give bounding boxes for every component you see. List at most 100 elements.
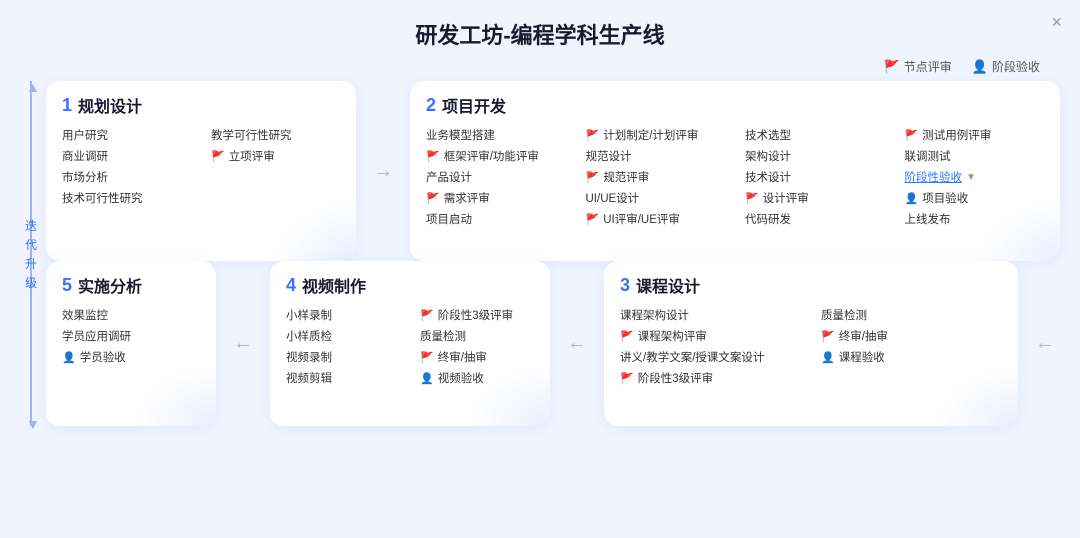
list-item: 讲义/教学文案/授课文案设计 (620, 349, 801, 365)
iteration-label: 迭代升级 (20, 217, 42, 291)
list-item: 🚩UI评审/UE评审 (586, 211, 726, 227)
phase1-col1: 用户研究 商业调研 市场分析 技术可行性研究 (62, 127, 191, 206)
list-item: 项目启动 (426, 211, 566, 227)
phase2-card: 2 项目开发 业务模型搭建 🚩框架评审/功能评审 产品设计 🚩需求评审 项目启动… (410, 81, 1060, 261)
legend-person: 👤 阶段验收 (972, 58, 1040, 75)
list-item: 🚩测试用例评审 (905, 127, 1045, 143)
list-item: 技术可行性研究 (62, 190, 191, 206)
phase1-col2: 教学可行性研究 🚩立项评审 (211, 127, 340, 206)
person-legend-icon: 👤 (972, 59, 988, 75)
list-item: 商业调研 (62, 148, 191, 164)
list-item: 🚩设计评审 (745, 190, 885, 206)
phase3-body: 课程架构设计 🚩课程架构评审 讲义/教学文案/授课文案设计 🚩阶段性3级评审 质… (620, 307, 1002, 386)
phase5-col1: 效果监控 学员应用调研 👤学员验收 (62, 307, 200, 365)
list-item: 小样质检 (286, 328, 400, 344)
phase2-title: 项目开发 (442, 93, 506, 117)
outer-wrapper: ▲ ▼ 迭代升级 1 规划设计 用户研究 商业调研 市场分析 技术可行性研究 (20, 81, 1060, 426)
phase2-header: 2 项目开发 (426, 93, 1044, 117)
list-item: 🚩终审/抽审 (821, 328, 1002, 344)
list-item: 🚩终审/抽审 (420, 349, 534, 365)
list-item: 代码研发 (745, 211, 885, 227)
list-item: 🚩框架评审/功能评审 (426, 148, 566, 164)
list-item: 视频录制 (286, 349, 400, 365)
list-item: 👤课程验收 (821, 349, 1002, 365)
close-button[interactable]: × (1051, 12, 1062, 33)
list-item: 架构设计 (745, 148, 885, 164)
list-item: 教学可行性研究 (211, 127, 340, 143)
phase2-number: 2 (426, 95, 436, 116)
bottom-row: 5 实施分析 效果监控 学员应用调研 👤学员验收 ← 4 视频制作 (46, 261, 1060, 426)
phase5-body: 效果监控 学员应用调研 👤学员验收 (62, 307, 200, 365)
phase2-body: 业务模型搭建 🚩框架评审/功能评审 产品设计 🚩需求评审 项目启动 🚩计划制定/… (426, 127, 1044, 227)
phase4-card: 4 视频制作 小样录制 小样质检 视频录制 视频剪辑 🚩阶段性3级评审 质量检测… (270, 261, 550, 426)
phase3-title: 课程设计 (636, 273, 700, 297)
list-item: 视频剪辑 (286, 370, 400, 386)
top-row: 1 规划设计 用户研究 商业调研 市场分析 技术可行性研究 教学可行性研究 🚩立… (46, 81, 1060, 261)
phase5-card: 5 实施分析 效果监控 学员应用调研 👤学员验收 (46, 261, 216, 426)
list-item: 产品设计 (426, 169, 566, 185)
list-item: 技术设计 (745, 169, 885, 185)
phase2-col3: 技术选型 架构设计 技术设计 🚩设计评审 代码研发 (745, 127, 885, 227)
phase4-number: 4 (286, 275, 296, 296)
list-item: 🚩立项评审 (211, 148, 340, 164)
flag-legend-icon: 🚩 (884, 59, 900, 75)
list-item: 👤项目验收 (905, 190, 1045, 206)
phase4-col1: 小样录制 小样质检 视频录制 视频剪辑 (286, 307, 400, 386)
phase1-title: 规划设计 (78, 93, 142, 117)
list-item: 联调测试 (905, 148, 1045, 164)
phase4-title: 视频制作 (302, 273, 366, 297)
phase5-number: 5 (62, 275, 72, 296)
list-item: 小样录制 (286, 307, 400, 323)
list-item: 业务模型搭建 (426, 127, 566, 143)
list-item: 学员应用调研 (62, 328, 200, 344)
arrow-1to2: → (368, 81, 398, 261)
list-item: 质量检测 (420, 328, 534, 344)
phase4-header: 4 视频制作 (286, 273, 534, 297)
list-item: 🚩规范评审 (586, 169, 726, 185)
arrow-4to5: ← (228, 261, 258, 426)
arrow-2to3: ← (1030, 261, 1060, 426)
list-item: 用户研究 (62, 127, 191, 143)
phase3-header: 3 课程设计 (620, 273, 1002, 297)
phase1-body: 用户研究 商业调研 市场分析 技术可行性研究 教学可行性研究 🚩立项评审 (62, 127, 340, 206)
phase4-body: 小样录制 小样质检 视频录制 视频剪辑 🚩阶段性3级评审 质量检测 🚩终审/抽审… (286, 307, 534, 386)
legend: 🚩 节点评审 👤 阶段验收 (0, 58, 1080, 75)
phase1-number: 1 (62, 95, 72, 116)
list-item: 👤学员验收 (62, 349, 200, 365)
list-item: 🚩阶段性3级评审 (420, 307, 534, 323)
main-content: ▲ ▼ 迭代升级 1 规划设计 用户研究 商业调研 市场分析 技术可行性研究 (0, 81, 1080, 426)
list-item: 👤视频验收 (420, 370, 534, 386)
phase1-header: 1 规划设计 (62, 93, 340, 117)
legend-flag: 🚩 节点评审 (884, 58, 952, 75)
flag-legend-label: 节点评审 (904, 58, 952, 75)
page-title: 研发工坊-编程学科生产线 (0, 0, 1080, 58)
phase5-title: 实施分析 (78, 273, 142, 297)
list-item: 阶段性验收 ▼ (905, 169, 1045, 185)
list-item: 🚩阶段性3级评审 (620, 370, 801, 386)
list-item: 市场分析 (62, 169, 191, 185)
phase3-col2: 质量检测 🚩终审/抽审 👤课程验收 (821, 307, 1002, 386)
list-item: 效果监控 (62, 307, 200, 323)
iter-arrow-down: ▼ (26, 416, 40, 432)
phase2-col4: 🚩测试用例评审 联调测试 阶段性验收 ▼ 👤项目验收 上线发布 (905, 127, 1045, 227)
arrow-3to4: ← (562, 261, 592, 426)
person-legend-label: 阶段验收 (992, 58, 1040, 75)
iter-arrow-up: ▲ (26, 79, 40, 95)
list-item: 课程架构设计 (620, 307, 801, 323)
list-item: 规范设计 (586, 148, 726, 164)
list-item: 上线发布 (905, 211, 1045, 227)
phase2-col1: 业务模型搭建 🚩框架评审/功能评审 产品设计 🚩需求评审 项目启动 (426, 127, 566, 227)
phase5-header: 5 实施分析 (62, 273, 200, 297)
phase1-card: 1 规划设计 用户研究 商业调研 市场分析 技术可行性研究 教学可行性研究 🚩立… (46, 81, 356, 261)
list-item: 🚩计划制定/计划评审 (586, 127, 726, 143)
phase3-card: 3 课程设计 课程架构设计 🚩课程架构评审 讲义/教学文案/授课文案设计 🚩阶段… (604, 261, 1018, 426)
list-item: 技术选型 (745, 127, 885, 143)
list-item: 质量检测 (821, 307, 1002, 323)
phase2-col2: 🚩计划制定/计划评审 规范设计 🚩规范评审 UI/UE设计 🚩UI评审/UE评审 (586, 127, 726, 227)
list-item: UI/UE设计 (586, 190, 726, 206)
phase3-col1: 课程架构设计 🚩课程架构评审 讲义/教学文案/授课文案设计 🚩阶段性3级评审 (620, 307, 801, 386)
phase3-number: 3 (620, 275, 630, 296)
phase4-col2: 🚩阶段性3级评审 质量检测 🚩终审/抽审 👤视频验收 (420, 307, 534, 386)
list-item: 🚩课程架构评审 (620, 328, 801, 344)
list-item: 🚩需求评审 (426, 190, 566, 206)
